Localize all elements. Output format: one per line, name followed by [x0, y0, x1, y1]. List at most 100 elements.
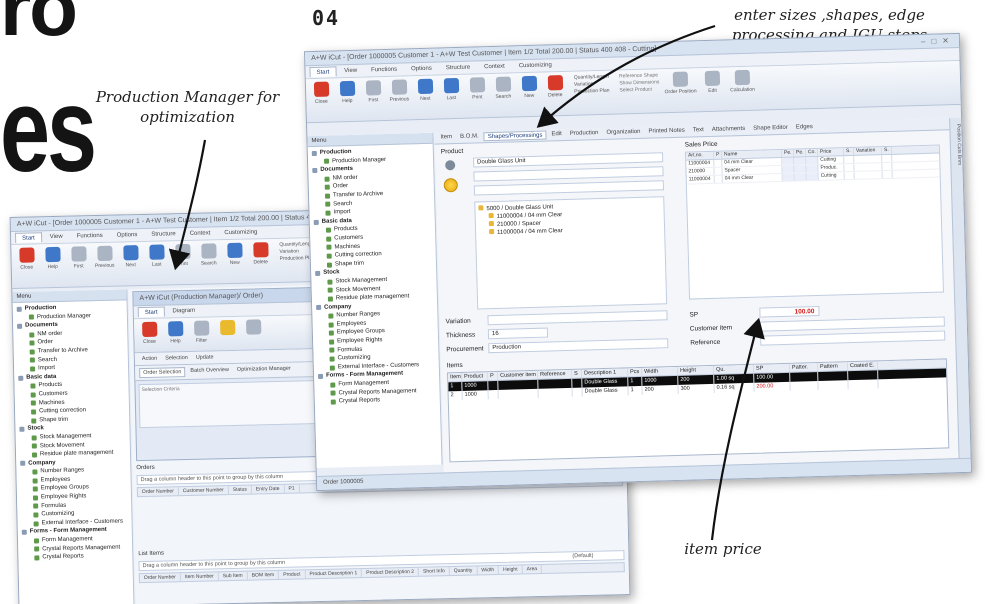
window-controls[interactable]: ‒□✕ — [921, 36, 955, 46]
col-product[interactable]: Product — [279, 570, 306, 579]
items-column-header[interactable]: Height — [677, 365, 715, 375]
col-product-desc-2[interactable]: Product Description 2 — [362, 567, 420, 578]
calculation-button[interactable]: Calculation — [727, 69, 758, 94]
search-button[interactable]: Search — [492, 76, 515, 100]
tab-organization[interactable]: Organization — [603, 128, 643, 138]
col-customer-number[interactable]: Customer Number — [178, 486, 229, 496]
menu-tab-structure[interactable]: Structure — [440, 62, 477, 73]
subwindow-tool-button[interactable] — [242, 319, 264, 336]
subwindow-close-button[interactable]: Close — [138, 321, 161, 345]
col-sub-item[interactable]: Sub Item — [218, 571, 248, 581]
col-entry-date[interactable]: Entry Date — [251, 484, 285, 494]
col-product-desc-1[interactable]: Product Description 1 — [305, 569, 363, 579]
edit-button[interactable]: Edit — [701, 70, 724, 95]
last-button[interactable]: Last — [440, 77, 463, 102]
col-short-info[interactable]: Short Info — [418, 567, 450, 576]
items-column-header[interactable]: Coated E. — [847, 361, 879, 371]
sales-price-column-header[interactable]: Co. — [805, 148, 819, 157]
items-column-header[interactable]: Customer item — [498, 370, 539, 380]
col-area[interactable]: Area — [522, 565, 543, 574]
tab-shape-editor[interactable]: Shape Editor — [750, 124, 791, 134]
tab-text[interactable]: Text — [690, 126, 707, 135]
previous-button[interactable]: Previous — [93, 245, 116, 269]
tab-production[interactable]: Production — [567, 129, 602, 139]
ribbon-extra-quantity[interactable]: Quantity/Length — [574, 74, 609, 81]
customer-item-field[interactable] — [759, 316, 945, 332]
search-button[interactable]: Search — [197, 243, 220, 267]
col-order-number[interactable]: Order Number — [137, 487, 179, 497]
items-column-header[interactable]: Width — [641, 366, 679, 376]
info-icon[interactable] — [445, 160, 456, 171]
items-column-header[interactable]: P — [488, 371, 499, 381]
items-column-header[interactable]: Description 1 — [581, 368, 629, 378]
tab-attachments[interactable]: Attachments — [709, 125, 749, 135]
product-name-field[interactable]: Double Glass Unit — [473, 152, 664, 168]
tab-edges[interactable]: Edges — [793, 123, 816, 133]
new-button[interactable]: New — [223, 242, 246, 266]
col-width[interactable]: Width — [477, 565, 500, 575]
ribbon-extra-select-product[interactable]: Select Product — [619, 86, 659, 94]
product-extra-field-2[interactable] — [473, 180, 665, 196]
col-order-number[interactable]: Order Number — [139, 573, 181, 583]
tab-batch-overview[interactable]: Batch Overview — [187, 366, 232, 377]
variation-field[interactable] — [487, 310, 668, 326]
close-button[interactable]: Close — [15, 247, 38, 271]
subwindow-help-button[interactable]: Help — [164, 321, 187, 344]
items-column-header[interactable]: Pcs — [627, 367, 643, 377]
menu-tab-functions[interactable]: Functions — [71, 231, 109, 242]
sales-price-column-header[interactable]: P — [713, 151, 723, 159]
col-quantity[interactable]: Quantity — [449, 566, 478, 576]
help-button[interactable]: Help — [336, 80, 359, 105]
items-column-header[interactable]: Product — [462, 372, 489, 381]
menu-tab-context[interactable]: Context — [184, 228, 217, 239]
sales-price-column-header[interactable]: Price — [817, 148, 845, 156]
print-button[interactable]: Print — [171, 243, 194, 267]
subwindow-tab-diagram[interactable]: Diagram — [166, 306, 201, 317]
items-column-header[interactable]: Reference — [537, 369, 573, 379]
sales-price-column-header[interactable]: Pe. — [793, 149, 807, 157]
order-position-button[interactable]: Order Position — [663, 71, 698, 95]
items-column-header[interactable]: Qu. — [713, 364, 755, 374]
menu-tab-customizing[interactable]: Customizing — [513, 60, 558, 71]
menu-tab-options[interactable]: Options — [405, 64, 438, 75]
subwindow-gear-button[interactable] — [216, 319, 238, 337]
sales-price-column-header[interactable]: S. — [881, 146, 893, 155]
tab-order-selection[interactable]: Order Selection — [139, 367, 186, 379]
menu-tab-options[interactable]: Options — [111, 230, 144, 241]
ribbon-extra-variation[interactable]: Variation — [574, 81, 609, 88]
items-column-header[interactable]: Pattern — [817, 362, 849, 372]
col-item-number[interactable]: Item Number — [180, 572, 219, 582]
items-column-header[interactable]: Item — [448, 372, 463, 382]
menu-tab-view[interactable]: View — [338, 66, 363, 77]
first-button[interactable]: First — [362, 80, 385, 104]
procurement-select[interactable]: Production — [488, 338, 669, 354]
product-extra-field[interactable] — [473, 166, 664, 182]
col-bom-item[interactable]: BOM Item — [247, 570, 280, 580]
tab-shapes-processings[interactable]: Shapes/Processings — [483, 130, 547, 142]
tab-edit[interactable]: Edit — [548, 130, 565, 139]
reference-field[interactable] — [760, 330, 946, 346]
delete-button[interactable]: Delete — [544, 75, 567, 99]
tab-optimization-manager[interactable]: Optimization Manager — [234, 365, 294, 376]
col-height[interactable]: Height — [499, 565, 523, 574]
next-button[interactable]: Next — [119, 245, 142, 268]
menu-tab-start[interactable]: Start — [309, 66, 337, 78]
sales-price-column-header[interactable]: Art.no. — [685, 151, 715, 160]
next-button[interactable]: Next — [414, 78, 437, 103]
subwindow-filter-button[interactable]: Filter — [190, 320, 213, 344]
ribbon-extra-reference-shape[interactable]: Reference Shape — [619, 72, 659, 79]
items-column-header[interactable]: Patter. — [789, 363, 819, 372]
col-p1[interactable]: P1 — [284, 484, 300, 493]
sales-price-column-header[interactable]: S. — [843, 147, 855, 156]
list-filter-select[interactable]: (Default) — [572, 553, 593, 559]
menu-tab-context[interactable]: Context — [478, 61, 511, 72]
items-column-header[interactable]: S — [571, 369, 583, 378]
menu-tab-start[interactable]: Start — [14, 232, 42, 243]
menu-tab-structure[interactable]: Structure — [145, 229, 182, 240]
subwindow-tab-start[interactable]: Start — [137, 306, 165, 318]
previous-button[interactable]: Previous — [388, 79, 411, 103]
menu-tab-customizing[interactable]: Customizing — [218, 227, 263, 238]
sales-price-column-header[interactable]: Pe. — [781, 149, 795, 157]
close-button[interactable]: Close — [310, 81, 333, 105]
item-price-field[interactable]: 100.00 — [759, 305, 820, 318]
